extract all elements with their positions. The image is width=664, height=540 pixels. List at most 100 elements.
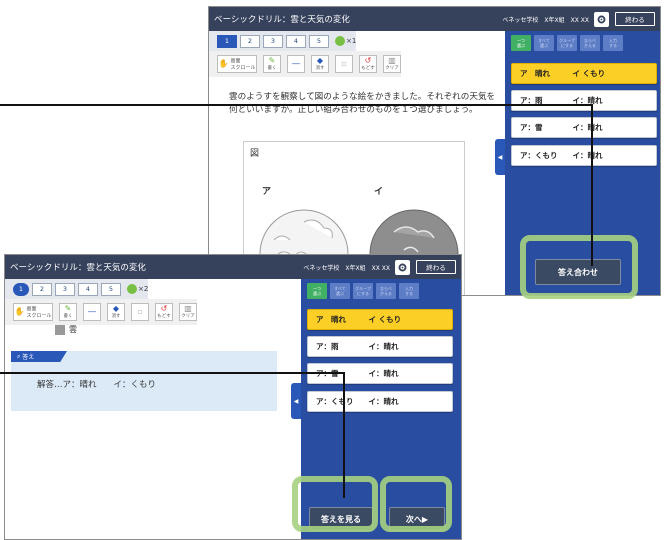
eraser-tool-label: 消す [111, 314, 121, 319]
scroll-tool-button[interactable]: ✋ 画面 スクロール [217, 55, 257, 73]
callout-line-front-vertical [343, 372, 345, 498]
hand-icon: ✋ [218, 59, 229, 68]
eraser-tool-button[interactable]: ◆ 消す [311, 55, 329, 73]
eraser-icon: ◆ [112, 304, 120, 313]
bonus-count: ×1 [346, 37, 357, 45]
end-button[interactable]: 終わる [416, 260, 456, 274]
mode-tab-sort[interactable]: ならべ かえる [376, 283, 396, 299]
page-tab-2[interactable]: 2 [240, 34, 260, 48]
undo-label: もどす [157, 314, 171, 319]
callout-line-front [0, 372, 344, 374]
trash-icon: ▥ [388, 56, 396, 65]
title-bar: ベーシックドリル：雲と天気の変化 ベネッセ学校 X年X組 XX XX 終わる [209, 7, 660, 31]
scroll-tool-button[interactable]: ✋ 画面 スクロール [13, 303, 53, 321]
answer-band: ⌕ 答え 解答…ア：晴れ イ：くもり [11, 351, 277, 411]
choice-1[interactable]: ア 晴れ イ くもり [307, 309, 453, 330]
undo-button[interactable]: ↺ もどす [155, 303, 173, 321]
search-icon: ⌕ [17, 352, 21, 360]
choice-3[interactable]: ア：雪 イ：晴れ [307, 363, 453, 384]
choice-1[interactable]: ア 晴れ イ くもり [511, 63, 657, 84]
title-bar: ベーシックドリル：雲と天気の変化 ベネッセ学校 X年X組 XX XX 終わる [5, 255, 461, 279]
mode-tab-single[interactable]: 一つ 選ぶ [511, 35, 531, 51]
pen-tool-button[interactable]: ✎ 書く [263, 55, 281, 73]
clear-button[interactable]: ▥ クリア [383, 55, 401, 73]
school-info: ベネッセ学校 X年X組 XX XX [502, 16, 589, 24]
page-tab-3[interactable]: 3 [263, 34, 283, 48]
page-tab-2[interactable]: 2 [32, 282, 52, 296]
line-width-button[interactable]: ― [287, 55, 305, 73]
highlight-check-answer [520, 235, 638, 299]
mode-tab-sort[interactable]: ならべ かえる [580, 35, 600, 51]
gear-icon[interactable] [594, 11, 609, 27]
page-tab-5[interactable]: 5 [101, 282, 121, 296]
figure-title: 図 [250, 149, 260, 159]
bonus-counter: ×1 [335, 36, 356, 46]
mode-tab-single[interactable]: 一つ 選ぶ [307, 283, 327, 299]
answer-area: 雲 ⌕ 答え 解答…ア：晴れ イ：くもり [5, 325, 301, 539]
square-icon: ▫ [137, 307, 143, 316]
bonus-counter: ×2 [127, 284, 148, 294]
eraser-tool-label: 消す [315, 66, 325, 71]
scroll-tool-label: 画面 スクロール [26, 306, 52, 319]
callout-line-back-vertical [591, 104, 593, 266]
blank-tool-button[interactable]: ▫ [335, 55, 353, 73]
mode-tab-all[interactable]: すべて 選ぶ [330, 283, 350, 299]
clear-label: クリア [181, 314, 195, 319]
trash-icon: ▥ [184, 304, 192, 313]
undo-button[interactable]: ↺ もどす [359, 55, 377, 73]
chevron-left-icon: ◀ [293, 397, 299, 405]
page-tab-row: 1 2 3 4 5 ×1 [209, 31, 357, 51]
end-button[interactable]: 終わる [615, 12, 655, 26]
answer-label-text: 答え [22, 354, 35, 361]
mode-tab-all[interactable]: すべて 選ぶ [534, 35, 554, 51]
tutorial-figure: ベーシックドリル：雲と天気の変化 ベネッセ学校 X年X組 XX XX 終わる 1… [0, 0, 664, 540]
page-tab-1[interactable]: 1 [217, 34, 237, 48]
square-icon: ▫ [341, 59, 347, 68]
window-title: ベーシックドリル：雲と天気の変化 [214, 15, 350, 25]
eraser-icon: ◆ [316, 56, 324, 65]
blank-tool-button[interactable]: ▫ [131, 303, 149, 321]
chevron-left-icon: ◀ [497, 153, 503, 161]
line-width-button[interactable]: ― [83, 303, 101, 321]
bonus-count: ×2 [138, 285, 149, 293]
mode-tab-group[interactable]: グループ にする [557, 35, 577, 51]
mode-tab-input[interactable]: 入力 する [399, 283, 419, 299]
choice-4[interactable]: ア：くもり イ：晴れ [307, 391, 453, 412]
tool-row: ✋ 画面 スクロール ✎ 書く ― ◆ 消す ▫ ↺ もどす ▥ クリア [209, 51, 401, 77]
highlight-next [380, 476, 452, 532]
pen-tool-label: 書く [63, 314, 73, 319]
bonus-icon [335, 36, 345, 46]
undo-label: もどす [361, 66, 375, 71]
collapse-panel-button[interactable]: ◀ [495, 139, 505, 175]
mode-tab-input[interactable]: 入力 する [603, 35, 623, 51]
choice-2[interactable]: ア：雨 イ：晴れ [511, 90, 657, 111]
highlight-show-answer [292, 476, 378, 532]
clear-button[interactable]: ▥ クリア [179, 303, 197, 321]
callout-line-back [0, 104, 592, 106]
page-tab-4[interactable]: 4 [78, 282, 98, 296]
gear-icon[interactable] [395, 259, 410, 275]
window-title: ベーシックドリル：雲と天気の変化 [10, 263, 146, 273]
legend-swatch [55, 325, 65, 335]
bonus-icon [127, 284, 137, 294]
mode-tab-group[interactable]: グループ にする [353, 283, 373, 299]
undo-icon: ↺ [160, 304, 168, 313]
figure-legend-label: 雲 [69, 325, 77, 334]
school-info: ベネッセ学校 X年X組 XX XX [303, 264, 390, 272]
choice-4[interactable]: ア：くもり イ：晴れ [511, 145, 657, 166]
page-tab-4[interactable]: 4 [286, 34, 306, 48]
page-tab-1[interactable]: 1 [13, 282, 29, 296]
pen-tool-button[interactable]: ✎ 書く [59, 303, 77, 321]
page-tab-row: 1 2 3 4 5 ×2 [5, 279, 149, 299]
tool-row: ✋ 画面 スクロール ✎ 書く ― ◆ 消す ▫ ↺ もどす ▥ クリア [5, 299, 197, 325]
eraser-tool-button[interactable]: ◆ 消す [107, 303, 125, 321]
choice-3[interactable]: ア：雪 イ：晴れ [511, 117, 657, 138]
mode-tabs: 一つ 選ぶ すべて 選ぶ グループ にする ならべ かえる 入力 する [307, 283, 419, 299]
line-icon: ― [292, 59, 300, 68]
page-tab-3[interactable]: 3 [55, 282, 75, 296]
collapse-panel-button[interactable]: ◀ [291, 383, 301, 419]
pencil-icon: ✎ [64, 304, 72, 313]
pencil-icon: ✎ [268, 56, 276, 65]
page-tab-5[interactable]: 5 [309, 34, 329, 48]
choice-2[interactable]: ア：雨 イ：晴れ [307, 336, 453, 357]
